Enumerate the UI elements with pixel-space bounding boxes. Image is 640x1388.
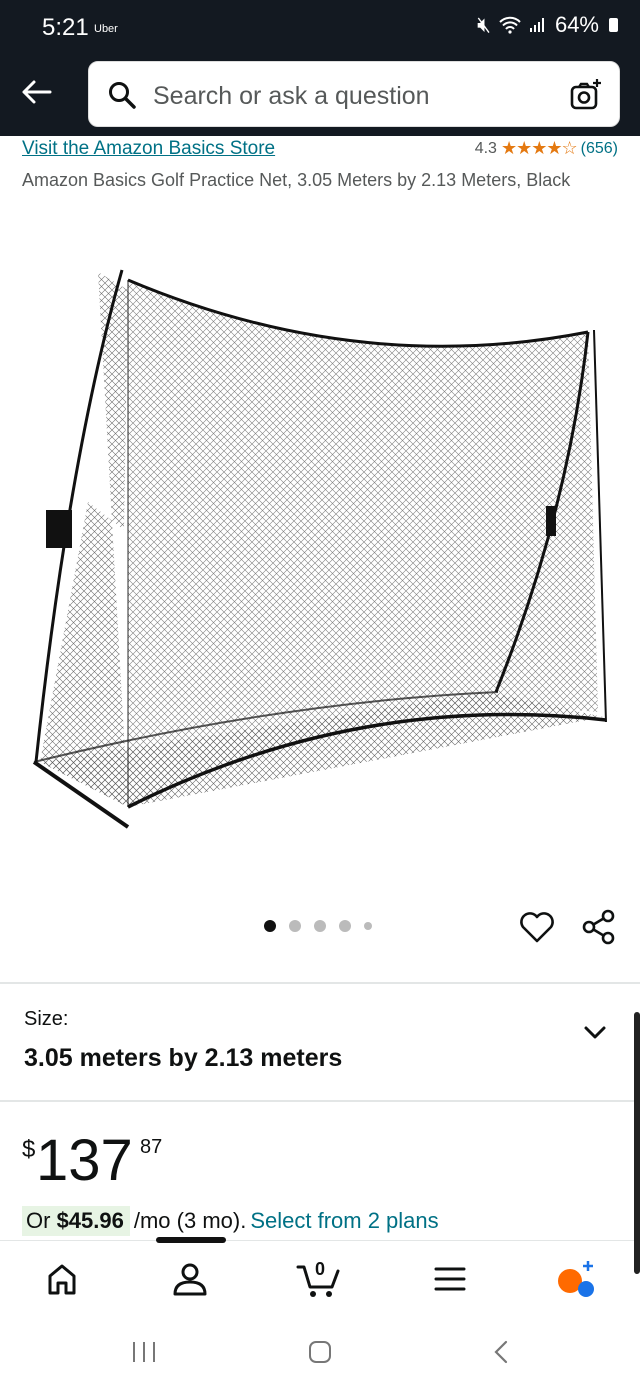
cart-count: 0 xyxy=(315,1259,326,1279)
store-link[interactable]: Visit the Amazon Basics Store xyxy=(22,138,275,160)
size-label: Size: xyxy=(24,1008,69,1030)
select-plans-link[interactable]: Select from 2 plans xyxy=(250,1208,438,1234)
rating-summary[interactable]: 4.3 ★★★★☆ (656) xyxy=(475,138,618,159)
search-icon xyxy=(109,82,136,109)
wifi-icon xyxy=(499,16,521,34)
price-fraction: 87 xyxy=(140,1136,163,1158)
recent-apps-icon[interactable] xyxy=(130,1338,158,1366)
price-whole: 137 xyxy=(36,1128,133,1193)
cart-button[interactable]: 0 xyxy=(296,1259,344,1299)
camera-icon[interactable] xyxy=(569,78,603,112)
image-carousel-dots[interactable] xyxy=(264,920,372,932)
product-image[interactable] xyxy=(28,262,618,832)
store-rating-row: Visit the Amazon Basics Store 4.3 ★★★★☆ … xyxy=(22,138,622,164)
scroll-indicator xyxy=(634,1012,640,1274)
carousel-dot[interactable] xyxy=(314,920,326,932)
size-value: 3.05 meters by 2.13 meters xyxy=(24,1044,343,1072)
installment-amount: $45.96 xyxy=(56,1208,124,1233)
account-icon[interactable] xyxy=(170,1259,210,1299)
signal-icon xyxy=(529,18,544,32)
carousel-dot[interactable] xyxy=(289,920,301,932)
rating-stars: ★★★★☆ xyxy=(500,138,578,158)
search-bar[interactable]: Search or ask a question xyxy=(88,61,620,127)
carousel-dot[interactable] xyxy=(339,920,351,932)
installment-prefix: Or xyxy=(26,1208,57,1233)
status-time: 5:21 xyxy=(42,14,89,41)
installment-suffix: /mo (3 mo). xyxy=(133,1208,247,1233)
battery-text: 64% xyxy=(554,12,599,37)
carousel-dot[interactable] xyxy=(364,922,372,930)
bottom-nav: 0 xyxy=(0,1237,640,1315)
back-arrow-icon[interactable] xyxy=(18,74,54,110)
status-carrier: Uber xyxy=(94,23,118,35)
review-count[interactable]: (656) xyxy=(581,140,618,158)
rufus-icon[interactable] xyxy=(556,1259,596,1299)
product-title: Amazon Basics Golf Practice Net, 3.05 Me… xyxy=(22,170,571,190)
home-icon[interactable] xyxy=(42,1259,82,1299)
status-bar: 5:21 Uber 🔇︎ 64% xyxy=(0,0,640,56)
installment-badge: Or $45.96 xyxy=(22,1206,130,1236)
status-icons: 🔇︎ 64% xyxy=(477,12,618,38)
nav-indicator xyxy=(156,1237,226,1243)
header-search-area: Search or ask a question xyxy=(0,56,640,136)
divider xyxy=(0,1100,640,1102)
search-input[interactable]: Search or ask a question xyxy=(153,82,430,111)
carousel-dot[interactable] xyxy=(264,920,276,932)
system-back-icon[interactable] xyxy=(488,1338,516,1366)
battery-icon xyxy=(609,18,618,32)
share-icon[interactable] xyxy=(580,908,618,946)
mute-icon: 🔇︎ xyxy=(477,12,491,37)
menu-icon[interactable] xyxy=(430,1259,470,1299)
heart-icon[interactable] xyxy=(518,908,556,946)
installment-offer: Or $45.96 /mo (3 mo). Select from 2 plan… xyxy=(22,1206,439,1236)
price-currency: $ xyxy=(22,1136,36,1163)
system-nav-bar xyxy=(0,1314,640,1388)
chevron-down-icon[interactable] xyxy=(582,1020,608,1046)
divider xyxy=(0,982,640,984)
home-button-icon[interactable] xyxy=(306,1338,334,1366)
rating-value: 4.3 xyxy=(474,139,497,157)
